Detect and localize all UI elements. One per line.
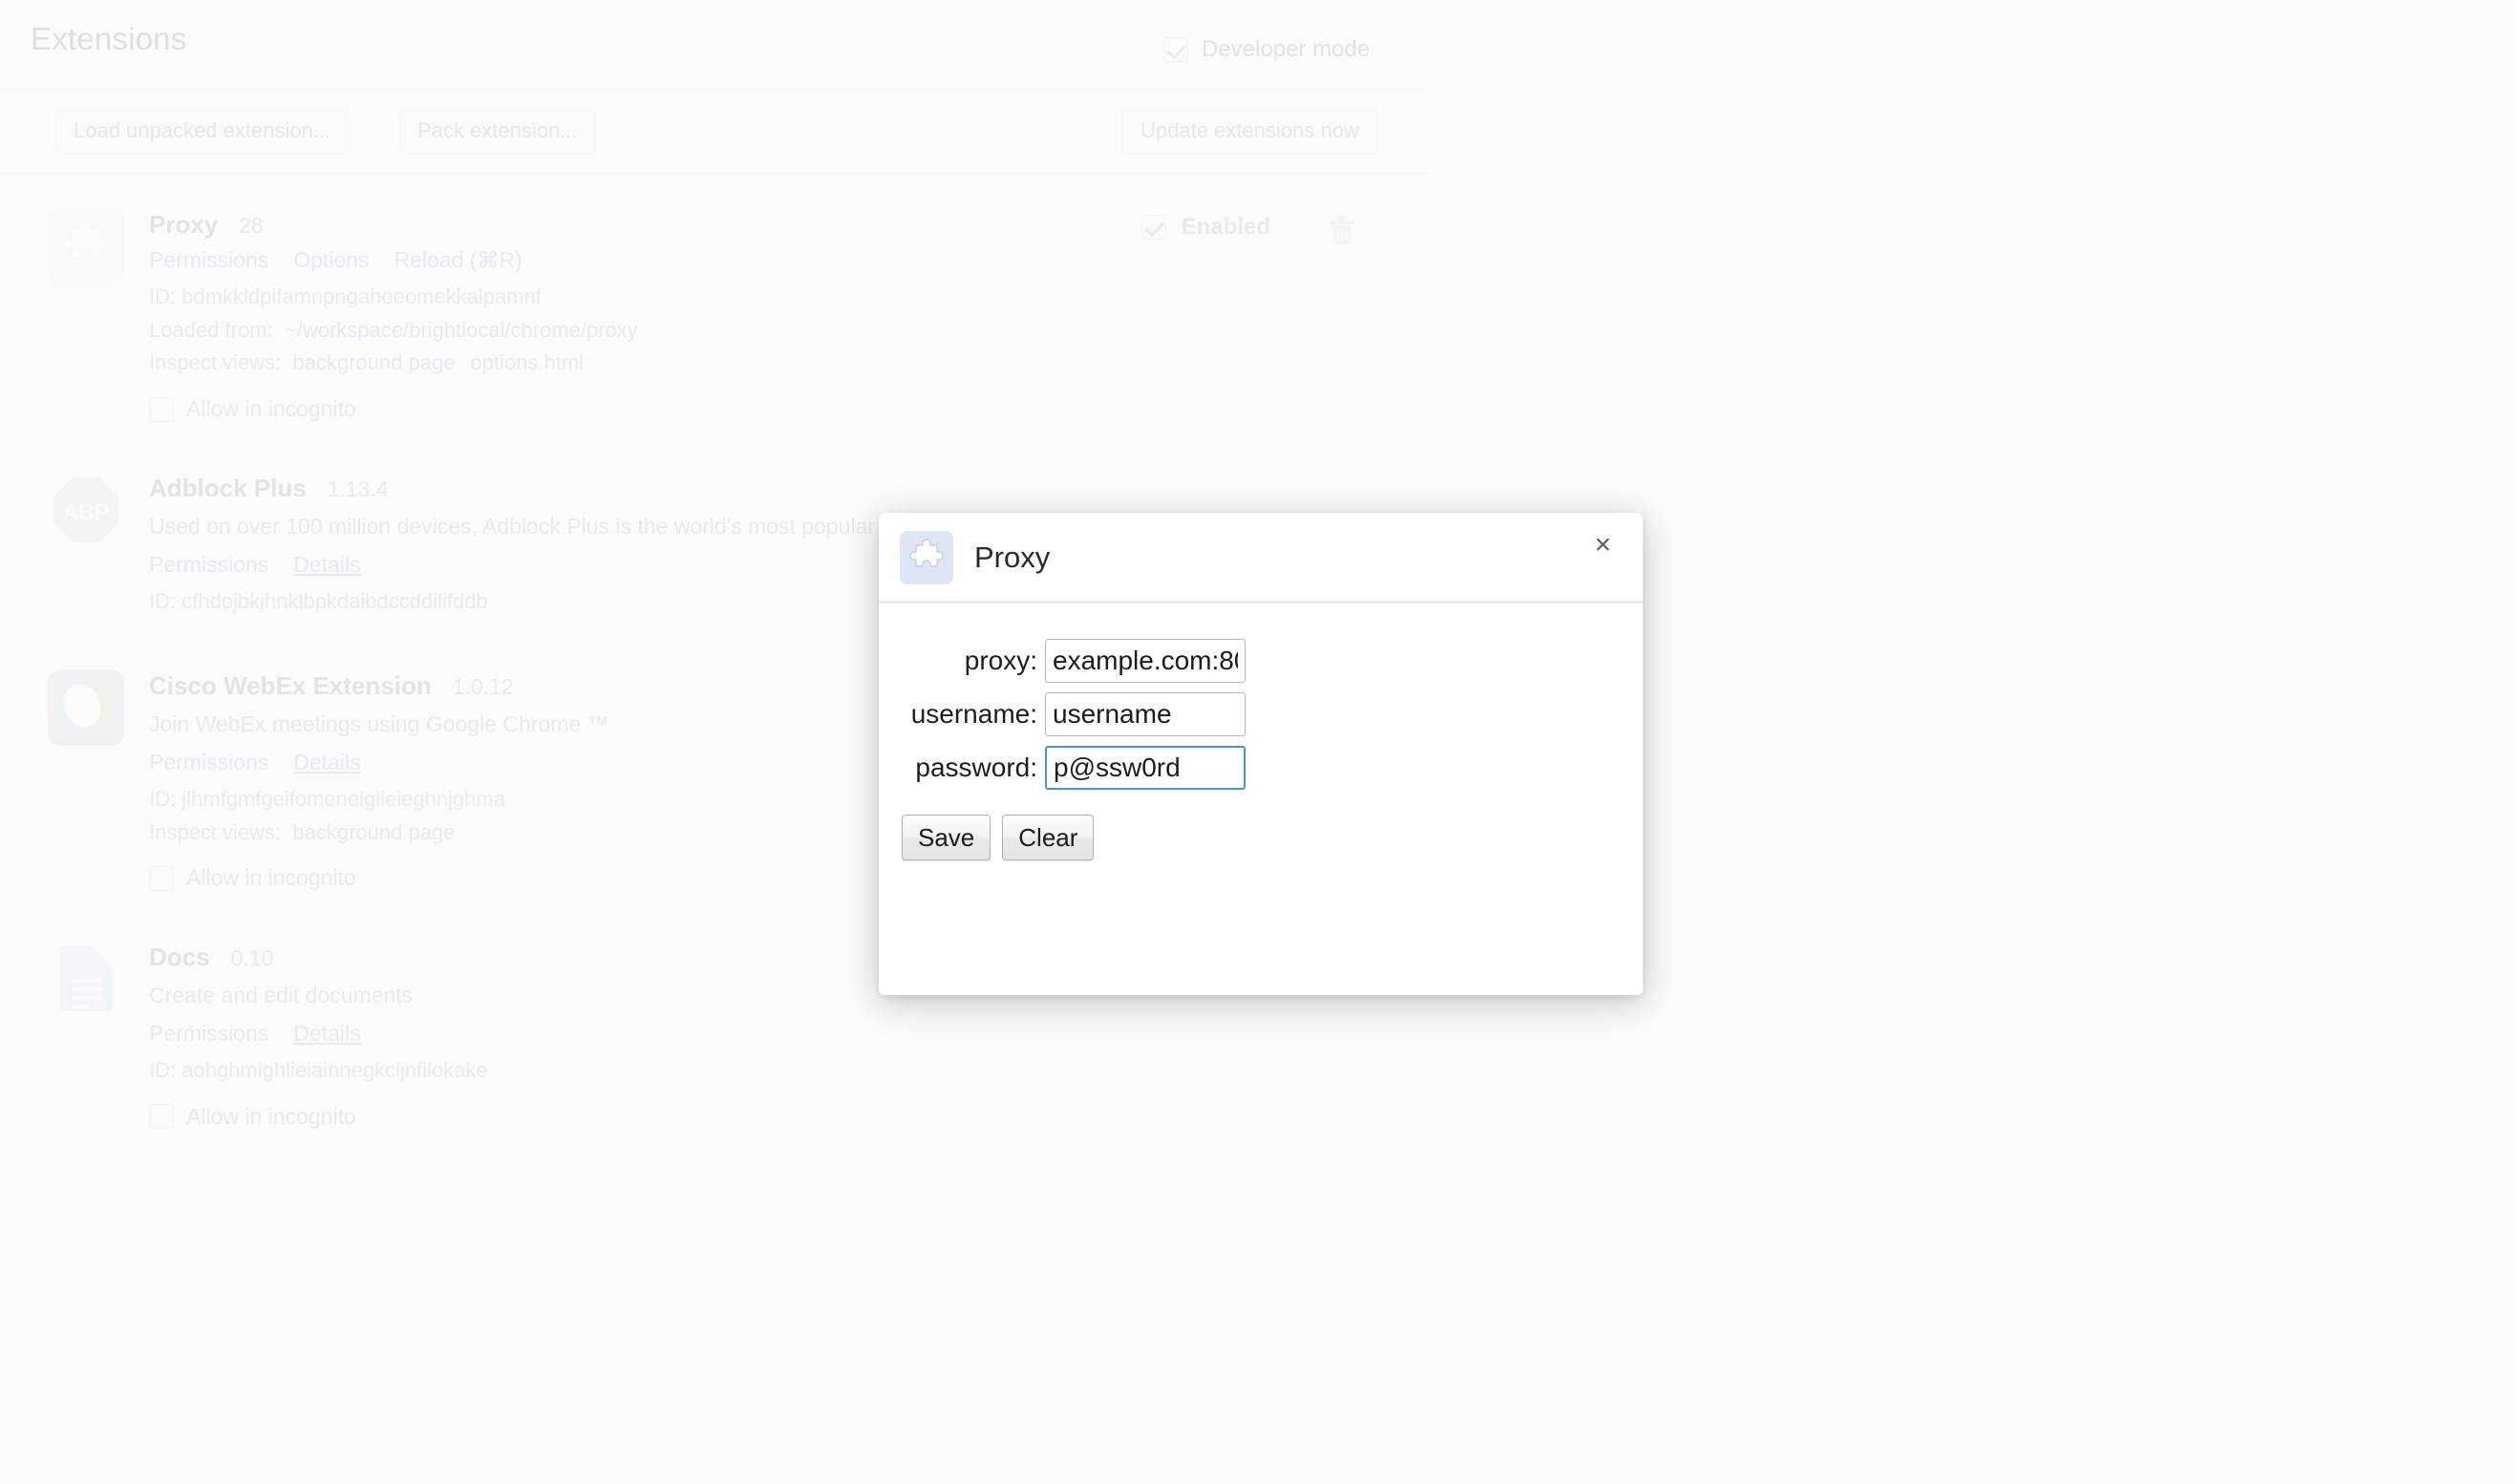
webex-icon — [48, 669, 124, 746]
field-row-password: password: — [879, 746, 1643, 790]
inspect-views-label: Inspect views: — [149, 820, 281, 844]
trash-icon[interactable] — [1328, 214, 1356, 246]
svg-text:ABP: ABP — [63, 499, 110, 524]
extension-version: 0.10 — [231, 945, 274, 971]
developer-mode-label: Developer mode — [1202, 36, 1370, 63]
extension-link-options[interactable]: Options — [293, 247, 369, 272]
proxy-settings-form: proxy: username: password: — [879, 639, 1643, 790]
close-icon[interactable]: × — [1584, 526, 1622, 564]
extension-link-permissions[interactable]: Permissions — [149, 1021, 268, 1046]
extension-icon — [48, 669, 124, 746]
extension-row: Proxy 28 Permissions Options Reload (⌘R) ID: … — [0, 183, 1433, 447]
extension-name: Docs — [149, 943, 210, 972]
extension-link-permissions[interactable]: Permissions — [149, 247, 268, 272]
enabled-label: Enabled — [1182, 214, 1270, 241]
extension-icon — [48, 208, 124, 285]
field-row-username: username: — [879, 692, 1643, 736]
allow-in-incognito-label: Allow in incognito — [186, 396, 356, 422]
username-input[interactable] — [1045, 692, 1246, 736]
extensions-toolbar: Load unpacked extension... Pack extensio… — [0, 91, 1433, 173]
inspect-view-link[interactable]: background page — [292, 820, 455, 844]
extension-links: Permissions Options Reload (⌘R) — [149, 247, 1433, 273]
puzzle-piece-icon — [48, 208, 124, 285]
password-input[interactable] — [1045, 746, 1246, 790]
modal-header: Proxy × — [879, 513, 1643, 603]
extension-link-reloadr[interactable]: Reload (⌘R) — [394, 247, 522, 272]
extension-name: Cisco WebEx Extension — [149, 671, 432, 701]
extension-id: ID: aohghmighlieiainnegkcijnfilokake — [149, 1056, 1433, 1085]
allow-in-incognito-label: Allow in incognito — [186, 865, 356, 891]
extension-link-permissions[interactable]: Permissions — [149, 750, 268, 774]
proxy-input[interactable] — [1045, 639, 1246, 683]
extension-link-permissions[interactable]: Permissions — [149, 552, 268, 577]
allow-in-incognito-row[interactable]: Allow in incognito — [149, 1104, 1433, 1130]
loaded-from-line: Loaded from: ~/workspace/brightlocal/chr… — [149, 316, 1433, 345]
extension-links: Permissions Details — [149, 1021, 1433, 1047]
docs-icon — [48, 941, 124, 1017]
extension-version: 1.13.4 — [328, 477, 389, 502]
pack-extension-button[interactable]: Pack extension... — [399, 108, 596, 154]
extension-icon — [48, 941, 124, 1017]
inspect-views-label: Inspect views: — [149, 350, 281, 374]
developer-mode-checkbox[interactable] — [1163, 37, 1188, 62]
extension-link-details[interactable]: Details — [293, 1021, 360, 1046]
inspect-view-link[interactable]: background page — [292, 350, 455, 374]
extension-id: ID: bdmkkldpifamnpngahoeomekkalpamnf — [149, 283, 1433, 311]
enabled-checkbox[interactable] — [1141, 215, 1166, 240]
proxy-label: proxy: — [902, 646, 1045, 676]
load-unpacked-extension-button[interactable]: Load unpacked extension... — [55, 108, 349, 154]
clear-button[interactable]: Clear — [1002, 815, 1094, 860]
allow-in-incognito-row[interactable]: Allow in incognito — [149, 396, 1433, 422]
inspect-views-line: Inspect views: background page options.ht… — [149, 349, 1433, 377]
extension-version: 28 — [239, 213, 264, 239]
save-button[interactable]: Save — [902, 815, 991, 860]
extension-title-line: Adblock Plus 1.13.4 — [149, 474, 1433, 503]
modal-button-row: Save Clear — [879, 815, 1643, 860]
extension-icon: ABP — [48, 472, 124, 548]
username-label: username: — [902, 699, 1045, 730]
extension-version: 1.0.12 — [453, 674, 514, 700]
extension-name: Proxy — [149, 210, 218, 240]
allow-in-incognito-checkbox[interactable] — [149, 397, 174, 422]
abp-icon: ABP — [48, 472, 124, 548]
loaded-from-label: Loaded from: — [149, 318, 273, 342]
update-extensions-now-button[interactable]: Update extensions now — [1122, 108, 1377, 154]
extension-name: Adblock Plus — [149, 474, 307, 503]
extension-link-details[interactable]: Details — [293, 750, 360, 774]
developer-mode-row[interactable]: Developer mode — [1163, 36, 1370, 63]
extension-link-details[interactable]: Details — [293, 552, 360, 577]
modal-body: proxy: username: password: Save Clear — [879, 603, 1643, 860]
inspect-view-link[interactable]: options.html — [470, 350, 584, 374]
puzzle-piece-icon — [900, 531, 953, 584]
password-label: password: — [902, 753, 1045, 783]
field-row-proxy: proxy: — [879, 639, 1643, 683]
allow-in-incognito-label: Allow in incognito — [186, 1104, 356, 1130]
enabled-toggle-row[interactable]: Enabled — [1141, 214, 1270, 241]
allow-in-incognito-checkbox[interactable] — [149, 1104, 174, 1129]
allow-in-incognito-checkbox[interactable] — [149, 866, 174, 891]
loaded-from-path[interactable]: ~/workspace/brightlocal/chrome/proxy — [285, 318, 638, 342]
proxy-options-modal: Proxy × proxy: username: password: Save Cl… — [879, 513, 1643, 995]
modal-title: Proxy — [974, 541, 1050, 575]
